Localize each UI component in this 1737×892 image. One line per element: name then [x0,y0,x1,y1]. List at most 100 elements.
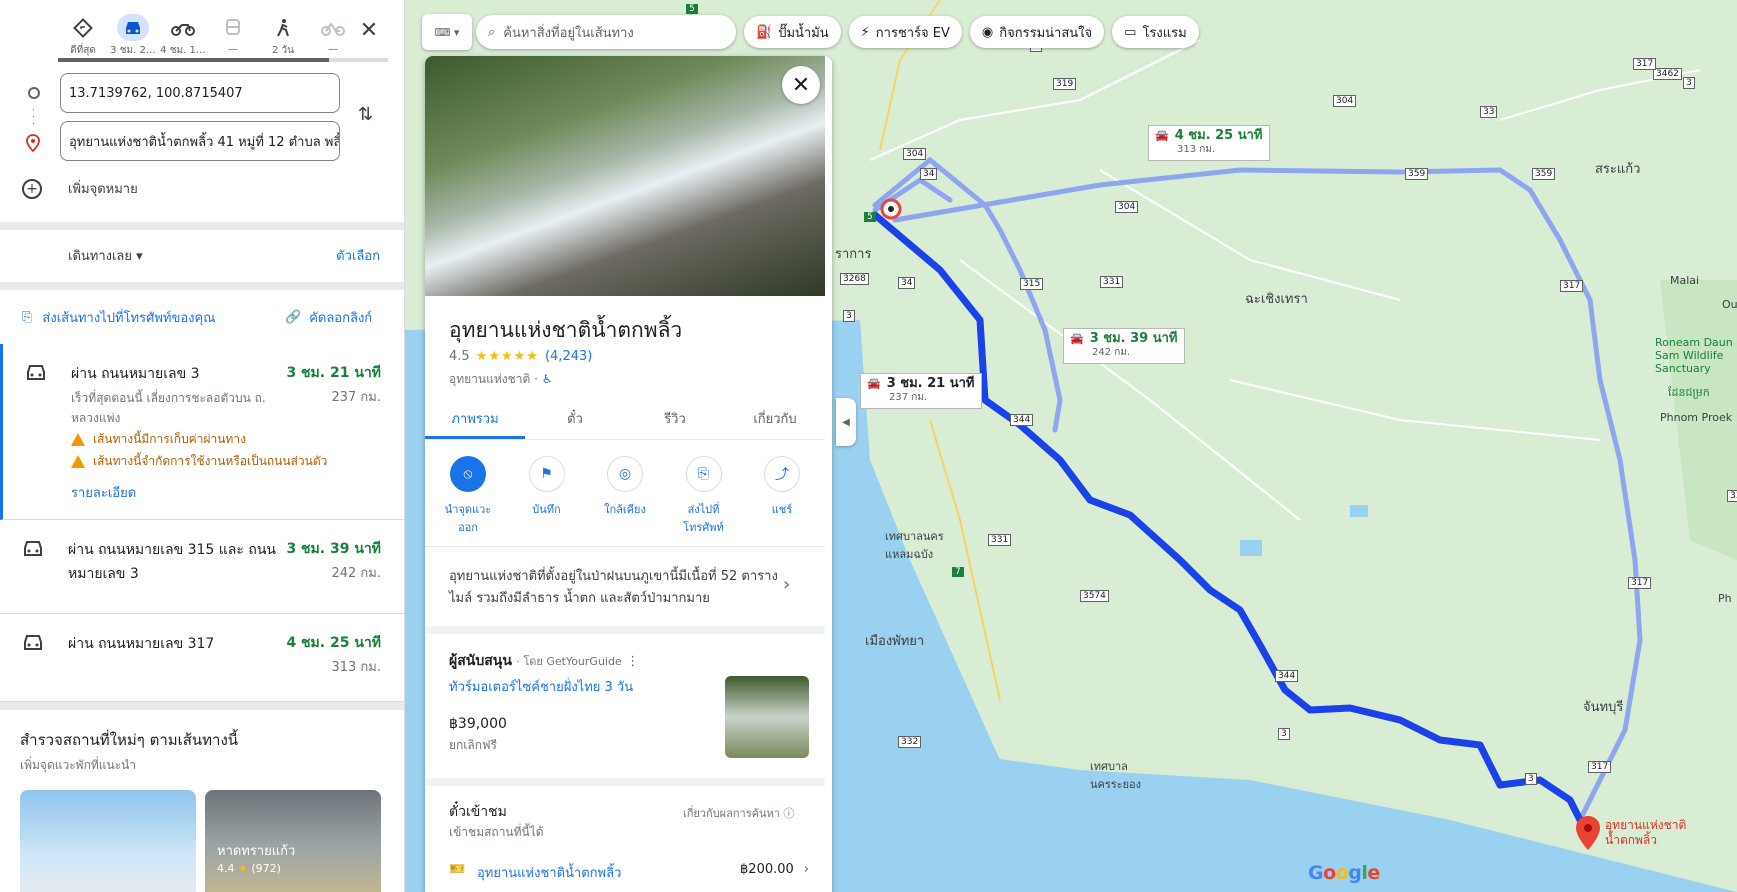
swap-waypoints-button[interactable]: ⇅ [358,104,373,125]
route-bubble-selected[interactable]: 🚘 3 ชม. 21 นาที 237 กม. [860,373,982,409]
mode-motorbike[interactable]: 4 ชม. 1… [158,14,208,58]
leave-now-dropdown[interactable]: เดินทางเลย ▾ [68,245,143,266]
road-shield: 315 [1020,278,1044,290]
send-to-phone-button[interactable]: ⎘ ส่งไปที่โทรศัพท์ [671,456,737,536]
route-option-1[interactable]: ผ่าน ถนนหมายเลข 3 3 ชม. 21 นาที 237 กม. … [0,344,404,520]
destination-input[interactable]: อุทยานแห่งชาติน้ำตกพลิ้ว 41 หมู่ที่ 12 ต… [60,121,340,161]
divider [425,778,825,786]
destination-pin-icon[interactable] [1575,815,1601,851]
diamond-turn-icon [73,17,93,38]
explore-title: สำรวจสถานที่ใหม่ๆ ตามเส้นทางนี้ [20,731,239,749]
place-card: ✕ อุทยานแห่งชาติน้ำตกพลิ้ว 4.5 ★★★★★ (4,… [425,56,832,892]
warning-icon [71,455,85,468]
origin-dot-icon [28,87,40,99]
star-icon: ★ [238,862,248,875]
route-distance: 242 กม. [331,566,381,581]
road-shield: 344 [1275,670,1299,682]
place-rating: 4.5 ★★★★★ (4,243) [449,349,592,364]
more-vert-icon[interactable]: ⋮ [626,654,639,669]
place-photo[interactable] [425,56,825,296]
collapse-panel-button[interactable]: ◀ [836,398,856,446]
chip-hotels[interactable]: ▭ โรงแรม [1112,16,1199,48]
road-shield: 33 [1480,106,1498,118]
road-shield: 3 [843,310,855,322]
place-description[interactable]: อุทยานแห่งชาติที่ตั้งอยู่ในป่าฝนบนภูเขาน… [449,566,779,610]
send-to-phone-link[interactable]: ⎘ ส่งเส้นทางไปที่โทรศัพท์ของคุณ [22,307,215,328]
explore-card-beach[interactable] [20,790,196,892]
map-label-prakan: ราการ [835,247,872,262]
route-title: ผ่าน ถนนหมายเลข 3 [71,366,200,382]
route-bubble-dist: 313 กม. [1177,144,1216,155]
chip-ev[interactable]: ⚡ การชาร์จ EV [848,16,962,48]
add-destination-button[interactable]: + เพิ่มจุดหมาย [22,178,138,199]
road-shield: 34 [898,277,916,289]
road-shield: 359 [1532,168,1556,180]
place-tabs: ภาพรวม ตั๋ว รีวิว เกี่ยวกับ [425,394,825,440]
mode-best-label: ดีที่สุด [70,45,96,57]
chevron-right-icon[interactable]: › [783,574,790,595]
toll-warning-text: เส้นทางนี้มีการเก็บค่าผ่านทาง [93,432,246,446]
keyboard-button[interactable]: ⌨ ▾ [422,14,472,50]
about-results-link[interactable]: เกี่ยวกับผลการค้นหา ⓘ [683,804,794,822]
copy-link-button[interactable]: 🔗 คัดลอกลิงก์ [285,307,372,328]
tab-tickets[interactable]: ตั๋ว [525,394,625,439]
copy-link-label: คัดลอกลิงก์ [309,311,373,326]
chip-activities[interactable]: ◉ กิจกรรมน่าสนใจ [969,16,1105,48]
map-label-malai: Malai [1670,274,1700,287]
dropdown-arrow-icon: ▾ [136,249,143,264]
route-option-3[interactable]: ผ่าน ถนนหมายเลข 317 4 ชม. 25 นาที 313 กม… [0,614,404,702]
car-icon [24,541,42,556]
close-place-card-button[interactable]: ✕ [782,66,820,104]
road-shield: 304 [1333,95,1357,107]
save-button[interactable]: ⚑ บันทึก [514,456,580,536]
mode-bike[interactable]: — [308,14,358,58]
explore-card-sai-kaew[interactable]: หาดทรายแก้ว 4.4 ★ (972) [205,790,381,892]
review-count[interactable]: (4,243) [545,349,592,364]
share-button[interactable]: ⤴ แชร์ [749,456,815,536]
car-icon: 🚘 [1155,129,1169,142]
remove-stop-button[interactable]: ⦸ นำจุดแวะออก [435,456,501,536]
send-to-phone-label: ส่งไปที่โทรศัพท์ [683,503,724,534]
tour-image[interactable] [725,676,809,758]
ticket-row[interactable]: 🎫 อุทยานแห่งชาติน้ำตกพลิ้ว ฿200.00 › [449,862,809,883]
motorbike-icon [171,23,195,36]
chip-gas[interactable]: ⛽ ปั๊มน้ำมัน [744,16,841,48]
mode-walk[interactable]: 2 วัน [258,14,308,58]
mode-transit[interactable]: — [208,14,258,58]
mode-bike-label: — [328,44,338,55]
map-label-laemchabang: เทศบาลนคร แหลมฉบัง [885,530,944,561]
car-icon [24,635,42,650]
search-along-route-input[interactable]: ⌕ ค้นหาสิ่งที่อยู่ในเส้นทาง [476,15,736,49]
mode-best[interactable]: ดีที่สุด [58,14,108,58]
tab-about[interactable]: เกี่ยวกับ [725,394,825,439]
keyboard-icon: ⌨ ▾ [434,25,460,39]
tab-overview[interactable]: ภาพรวม [425,394,525,439]
walk-icon [277,18,289,37]
divider [425,626,825,634]
add-destination-label: เพิ่มจุดหมาย [68,182,138,197]
options-button[interactable]: ตัวเลือก [336,245,380,266]
map-label-chanthaburi: จันทบุรี [1583,700,1624,715]
info-icon: ⓘ [783,807,795,820]
route-bubble-2[interactable]: 🚘 3 ชม. 39 นาที 242 กม. [1063,328,1185,364]
route-option-2[interactable]: ผ่าน ถนนหมายเลข 315 และ ถนนหมายเลข 3 3 ช… [0,520,404,614]
road-shield: 317 [1633,58,1657,70]
tab-reviews[interactable]: รีวิว [625,394,725,439]
sponsor-title: ผู้สนับสนุน [449,653,512,669]
mode-car[interactable]: 3 ชม. 2… [108,14,158,58]
map-label-ph: Ph [1718,592,1732,605]
chevron-right-icon: › [803,862,809,877]
close-directions-button[interactable]: ✕ [355,16,383,44]
origin-input[interactable]: 13.7139762, 100.8715407 [60,73,340,113]
origin-marker-icon[interactable] [880,198,902,220]
route-distance: 313 กม. [331,660,381,675]
save-label: บันทึก [532,503,561,516]
divider [0,222,404,230]
sponsor-section: ผู้สนับสนุน · โดย GetYourGuide ⋮ [449,650,639,672]
tour-link[interactable]: ทัวร์มอเตอร์ไซค์ชายฝั่งไทย 3 วัน [449,676,633,697]
chevron-left-icon: ◀ [842,416,850,428]
route-details-link[interactable]: รายละเอียด [71,482,136,503]
nearby-button[interactable]: ◎ ใกล้เคียง [592,456,658,536]
route-bubble-3[interactable]: 🚘 4 ชม. 25 นาที 313 กม. [1148,125,1270,161]
road-shield: 3 [1683,77,1695,89]
